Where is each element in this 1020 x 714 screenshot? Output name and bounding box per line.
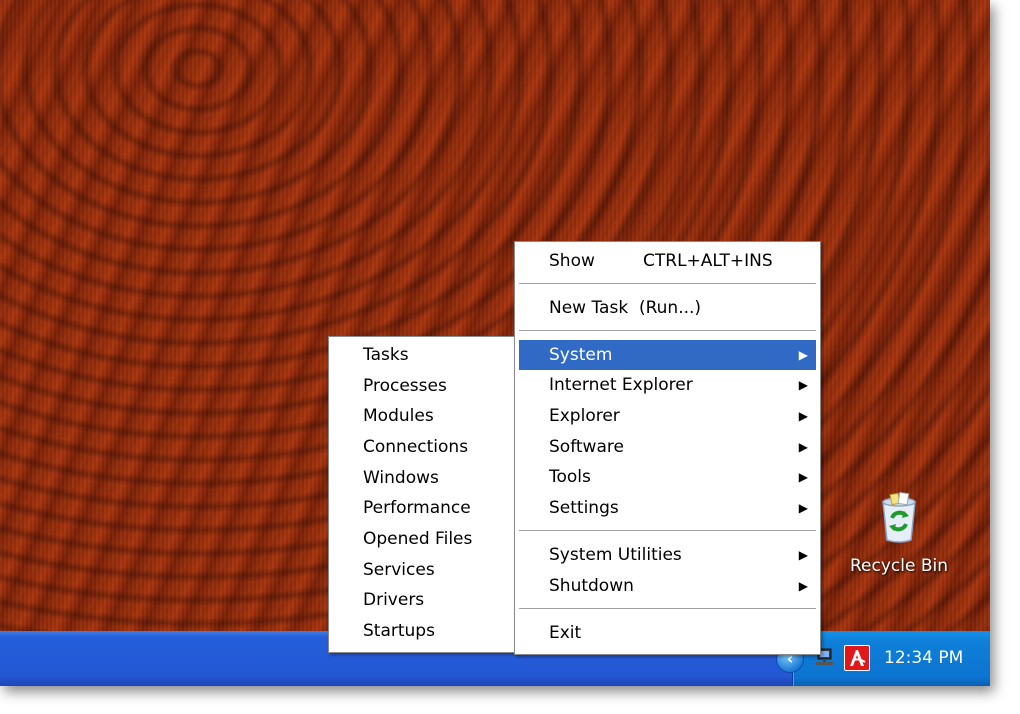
submenu-arrow-icon: ▶ [798, 579, 808, 593]
submenu-item-processes[interactable]: Processes [333, 371, 514, 401]
submenu-arrow-icon: ▶ [798, 470, 808, 484]
submenu-item-connections[interactable]: Connections [333, 432, 514, 462]
menu-item-label: Windows [363, 468, 439, 488]
menu-item-shortcut: CTRL+ALT+INS [643, 251, 773, 271]
menu-item-label: Startups [363, 621, 435, 641]
menu-item-label: Settings [549, 498, 619, 518]
menu-item-label: Tools [549, 467, 591, 487]
menu-item-label: New Task (Run...) [549, 298, 702, 318]
menu-item-settings[interactable]: Settings ▶ [519, 493, 816, 523]
menu-item-explorer[interactable]: Explorer ▶ [519, 401, 816, 431]
menu-separator [519, 330, 816, 332]
menu-item-label: Drivers [363, 590, 425, 610]
menu-item-internet-explorer[interactable]: Internet Explorer ▶ [519, 370, 816, 400]
menu-separator [519, 608, 816, 610]
menu-item-label: Tasks [363, 345, 409, 365]
menu-item-label: Processes [363, 376, 447, 396]
submenu-arrow-icon: ▶ [798, 548, 808, 562]
tray-context-menu: Show CTRL+ALT+INS New Task (Run...) Syst… [514, 241, 821, 655]
menu-item-label: Software [549, 437, 624, 457]
menu-item-label: Explorer [549, 406, 620, 426]
submenu-arrow-icon: ▶ [798, 501, 808, 515]
submenu-arrow-icon: ▶ [798, 440, 808, 454]
submenu-item-tasks[interactable]: Tasks [333, 340, 514, 370]
submenu-arrow-icon: ▶ [798, 378, 808, 392]
submenu-item-opened-files[interactable]: Opened Files [333, 524, 514, 554]
recycle-bin[interactable]: Recycle Bin [842, 490, 956, 576]
menu-item-label: Internet Explorer [549, 375, 693, 395]
recycle-bin-label: Recycle Bin [849, 556, 948, 576]
menu-item-software[interactable]: Software ▶ [519, 432, 816, 462]
submenu-item-services[interactable]: Services [333, 555, 514, 585]
menu-item-label: Performance [363, 498, 471, 518]
submenu-item-startups[interactable]: Startups [333, 616, 514, 646]
system-submenu: Tasks Processes Modules Connections Wind… [328, 336, 519, 653]
menu-item-show[interactable]: Show CTRL+ALT+INS [519, 246, 816, 276]
menu-item-label: Shutdown [549, 576, 634, 596]
menu-item-label: Exit [549, 623, 582, 643]
menu-item-label: Services [363, 560, 435, 580]
submenu-arrow-icon: ▶ [798, 409, 808, 423]
menu-item-label: System [549, 345, 613, 365]
menu-item-tools[interactable]: Tools ▶ [519, 462, 816, 492]
menu-item-new-task[interactable]: New Task (Run...) [519, 293, 816, 323]
submenu-item-drivers[interactable]: Drivers [333, 585, 514, 615]
menu-separator [519, 283, 816, 285]
menu-item-system-utilities[interactable]: System Utilities ▶ [519, 540, 816, 570]
menu-item-label: Show [549, 251, 595, 271]
menu-item-system[interactable]: System ▶ [519, 340, 816, 370]
submenu-arrow-icon: ▶ [798, 348, 808, 362]
menu-item-label: Modules [363, 406, 434, 426]
clock[interactable]: 12:34 PM [884, 648, 963, 668]
menu-separator [519, 530, 816, 532]
submenu-item-windows[interactable]: Windows [333, 463, 514, 493]
menu-item-label: Connections [363, 437, 469, 457]
recycle-bin-icon [882, 491, 916, 543]
menu-item-label: Opened Files [363, 529, 473, 549]
menu-item-label: System Utilities [549, 545, 682, 565]
menu-item-shutdown[interactable]: Shutdown ▶ [519, 571, 816, 601]
menu-item-exit[interactable]: Exit [519, 618, 816, 648]
submenu-item-performance[interactable]: Performance [333, 493, 514, 523]
submenu-item-modules[interactable]: Modules [333, 401, 514, 431]
avira-icon[interactable] [844, 645, 870, 671]
